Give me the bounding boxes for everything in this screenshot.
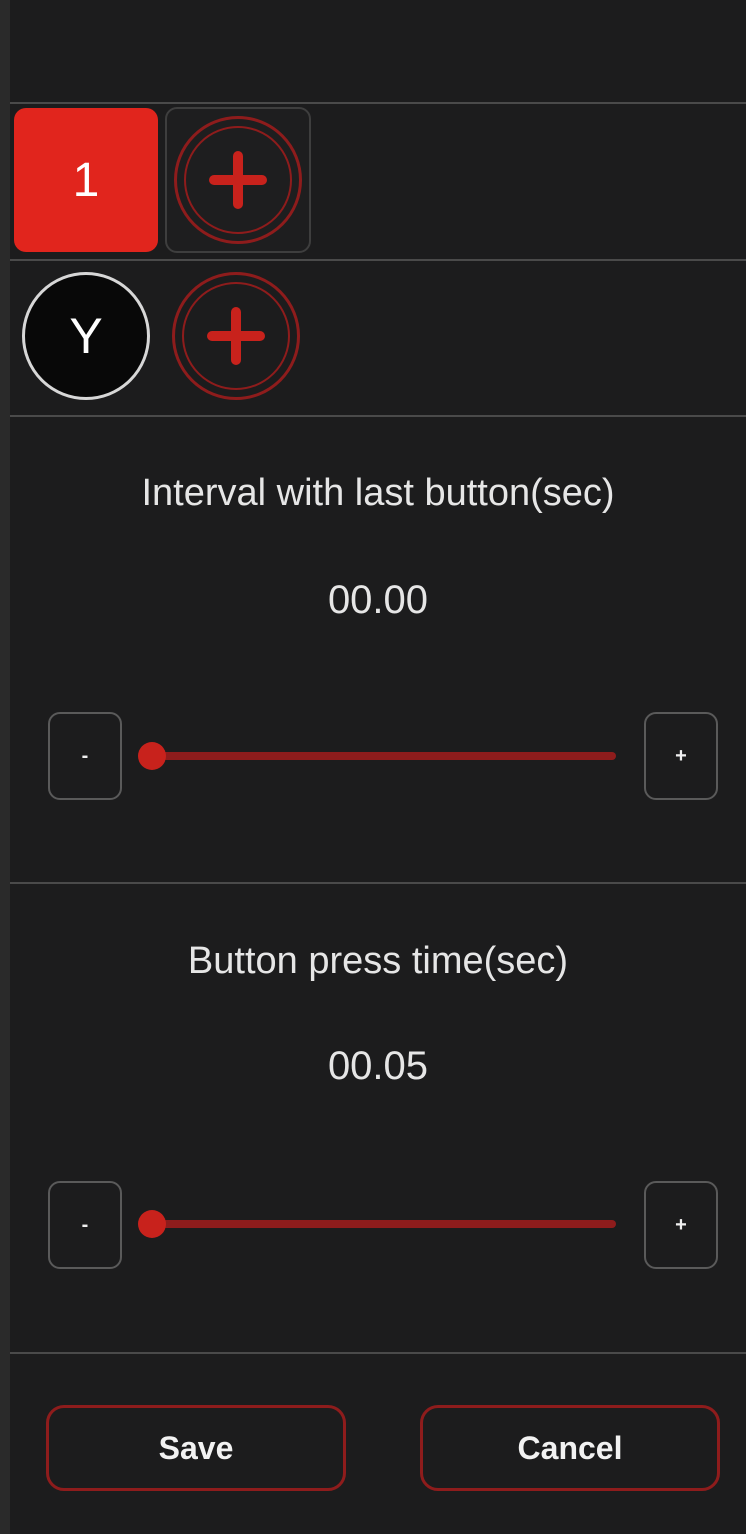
cancel-button[interactable]: Cancel: [420, 1405, 720, 1491]
press-time-value: 00.05: [327, 1044, 429, 1088]
step-number: 1: [72, 153, 100, 207]
press-time-slider-track[interactable]: [152, 1220, 616, 1228]
key-label: Y: [69, 308, 103, 364]
interval-value: 00.00: [327, 578, 429, 622]
press-time-title: Button press time(sec): [187, 940, 569, 982]
divider: [10, 415, 746, 417]
macro-editor-panel: 1 Y Interval with last button(sec) 00.00…: [10, 0, 746, 1534]
save-button[interactable]: Save: [46, 1405, 346, 1491]
step-1-tile[interactable]: 1: [14, 108, 158, 252]
press-time-decrement-button[interactable]: -: [48, 1181, 122, 1269]
divider: [10, 1352, 746, 1354]
divider: [10, 259, 746, 261]
add-key-button[interactable]: [172, 272, 300, 400]
divider: [10, 882, 746, 884]
interval-slider-thumb[interactable]: [138, 742, 166, 770]
circle-plus-icon: [174, 116, 302, 244]
divider: [10, 102, 746, 104]
interval-title: Interval with last button(sec): [141, 472, 615, 514]
press-time-slider-thumb[interactable]: [138, 1210, 166, 1238]
interval-decrement-button[interactable]: -: [48, 712, 122, 800]
key-y-button[interactable]: Y: [22, 272, 150, 400]
add-step-button[interactable]: [165, 107, 311, 253]
interval-increment-button[interactable]: +: [644, 712, 718, 800]
interval-slider-track[interactable]: [152, 752, 616, 760]
press-time-increment-button[interactable]: +: [644, 1181, 718, 1269]
